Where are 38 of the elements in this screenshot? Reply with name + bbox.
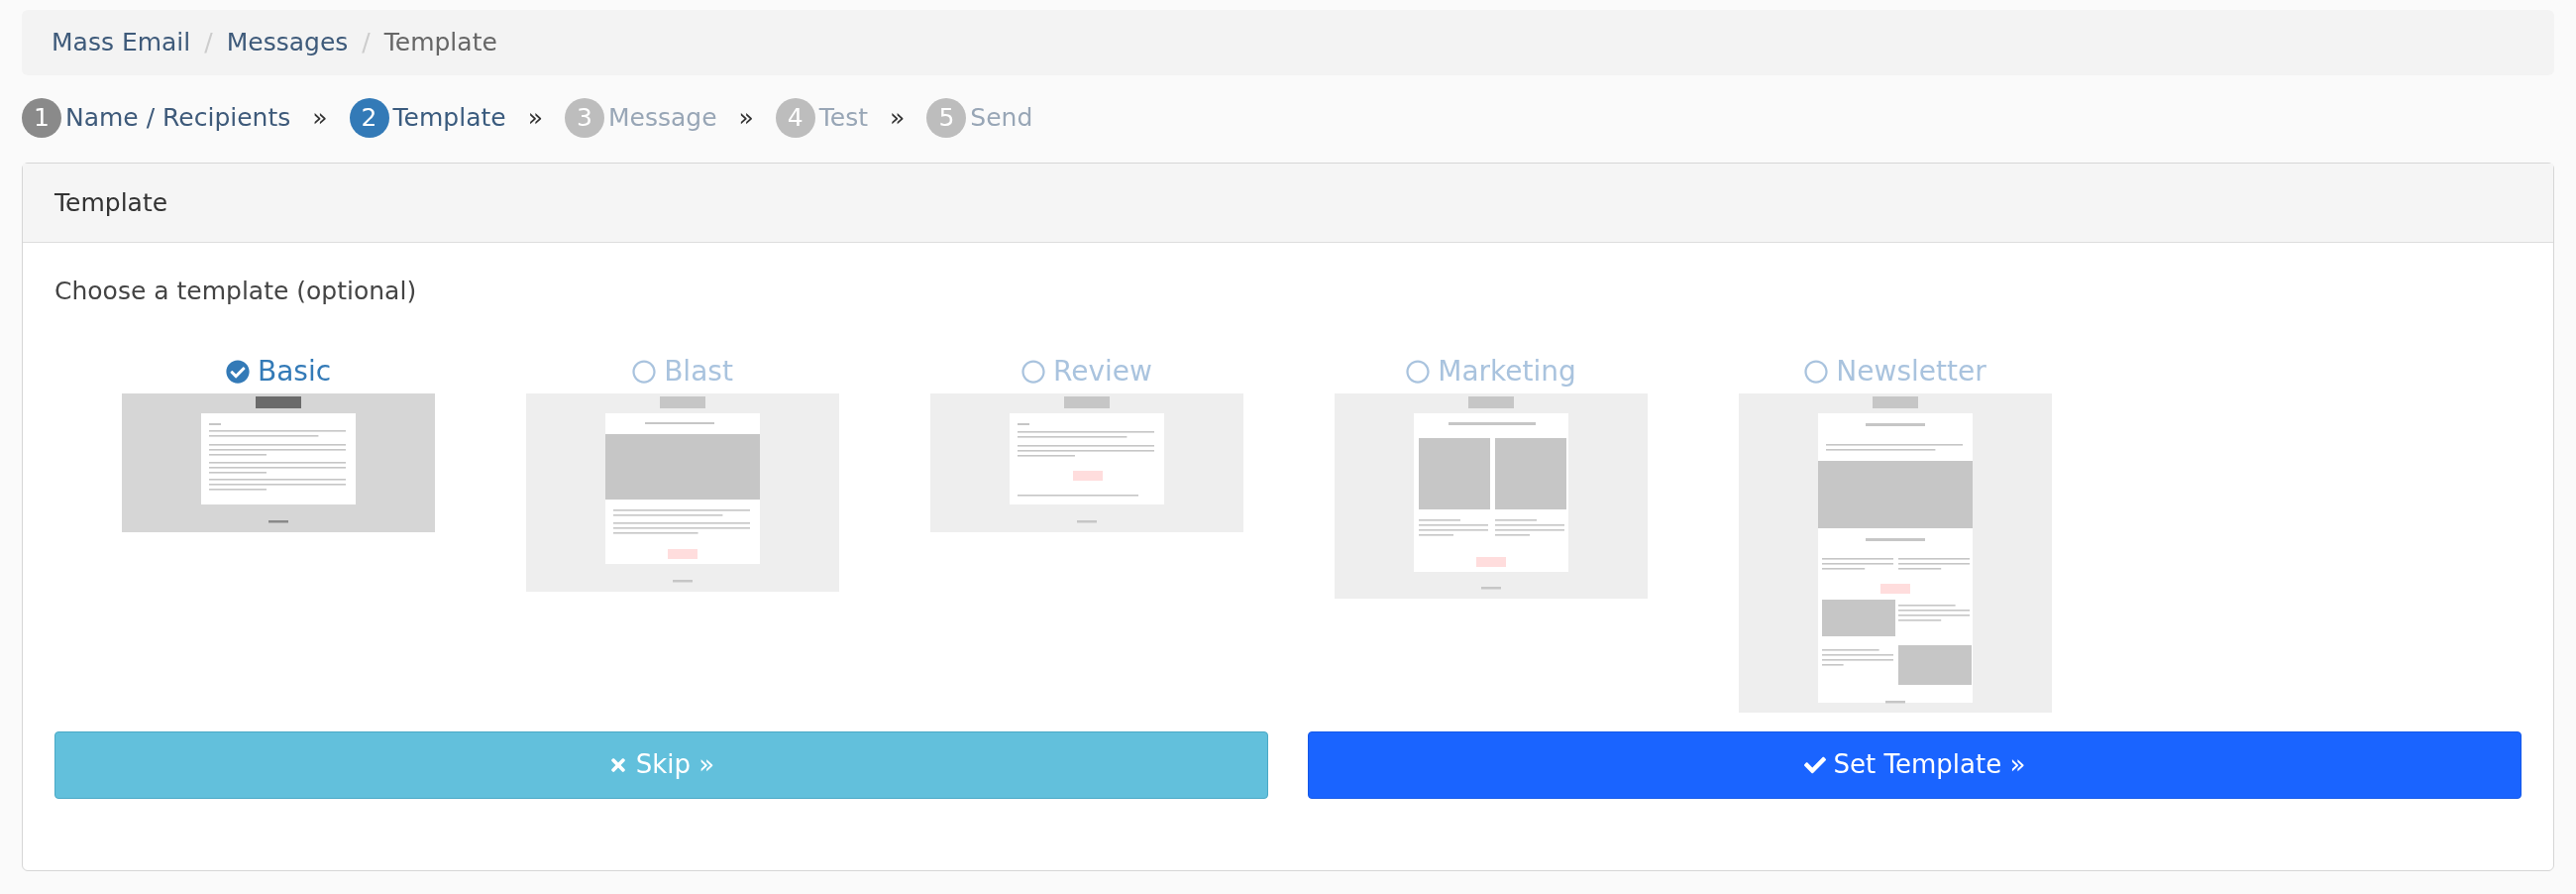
breadcrumb-current: Template [383, 27, 497, 59]
step-separator: » [312, 102, 328, 135]
step-separator: » [738, 102, 754, 135]
step-label[interactable]: Template [392, 99, 506, 137]
step-label[interactable]: Test [818, 99, 869, 137]
step-number-badge[interactable]: 1 [22, 98, 61, 138]
step-number-badge[interactable]: 5 [926, 98, 967, 138]
set-template-button[interactable]: Set Template » [1308, 730, 2522, 799]
breadcrumb-separator: / [361, 27, 372, 59]
step-label[interactable]: Message [607, 99, 717, 137]
step-number-badge[interactable]: 2 [349, 98, 389, 138]
step-label[interactable]: Name / Recipients [65, 99, 291, 137]
template-preview-drawing[interactable] [1739, 392, 2052, 713]
step-label[interactable]: Send [970, 99, 1033, 137]
template-preview-drawing[interactable] [122, 392, 435, 532]
template-preview-drawing[interactable] [526, 392, 839, 592]
template-radio[interactable]: Newsletter [1804, 349, 1986, 393]
template-radio[interactable]: Basic [225, 349, 332, 393]
template-radio[interactable]: Blast [632, 349, 733, 393]
breadcrumb-link[interactable]: Mass Email [52, 24, 191, 61]
step-number-badge[interactable]: 3 [564, 98, 604, 138]
check-icon [225, 359, 250, 384]
radio-icon [1021, 359, 1046, 384]
radio-icon [1406, 359, 1431, 384]
template-radio[interactable]: Marketing [1406, 349, 1576, 393]
skip-button[interactable]: Skip » [54, 730, 1268, 799]
template-preview-drawing[interactable] [930, 392, 1243, 532]
step-separator: » [890, 102, 906, 135]
radio-icon [1804, 359, 1829, 384]
breadcrumb-link[interactable]: Messages [226, 24, 349, 61]
template-radio[interactable]: Review [1021, 349, 1152, 393]
prompt-text: Choose a template (optional) [54, 276, 418, 307]
step-separator: » [527, 102, 543, 135]
radio-icon [632, 359, 657, 384]
step-number-badge[interactable]: 4 [775, 98, 815, 138]
breadcrumb-separator: / [203, 27, 214, 59]
panel-title: Template [54, 186, 168, 219]
template-preview-drawing[interactable] [1335, 392, 1648, 599]
